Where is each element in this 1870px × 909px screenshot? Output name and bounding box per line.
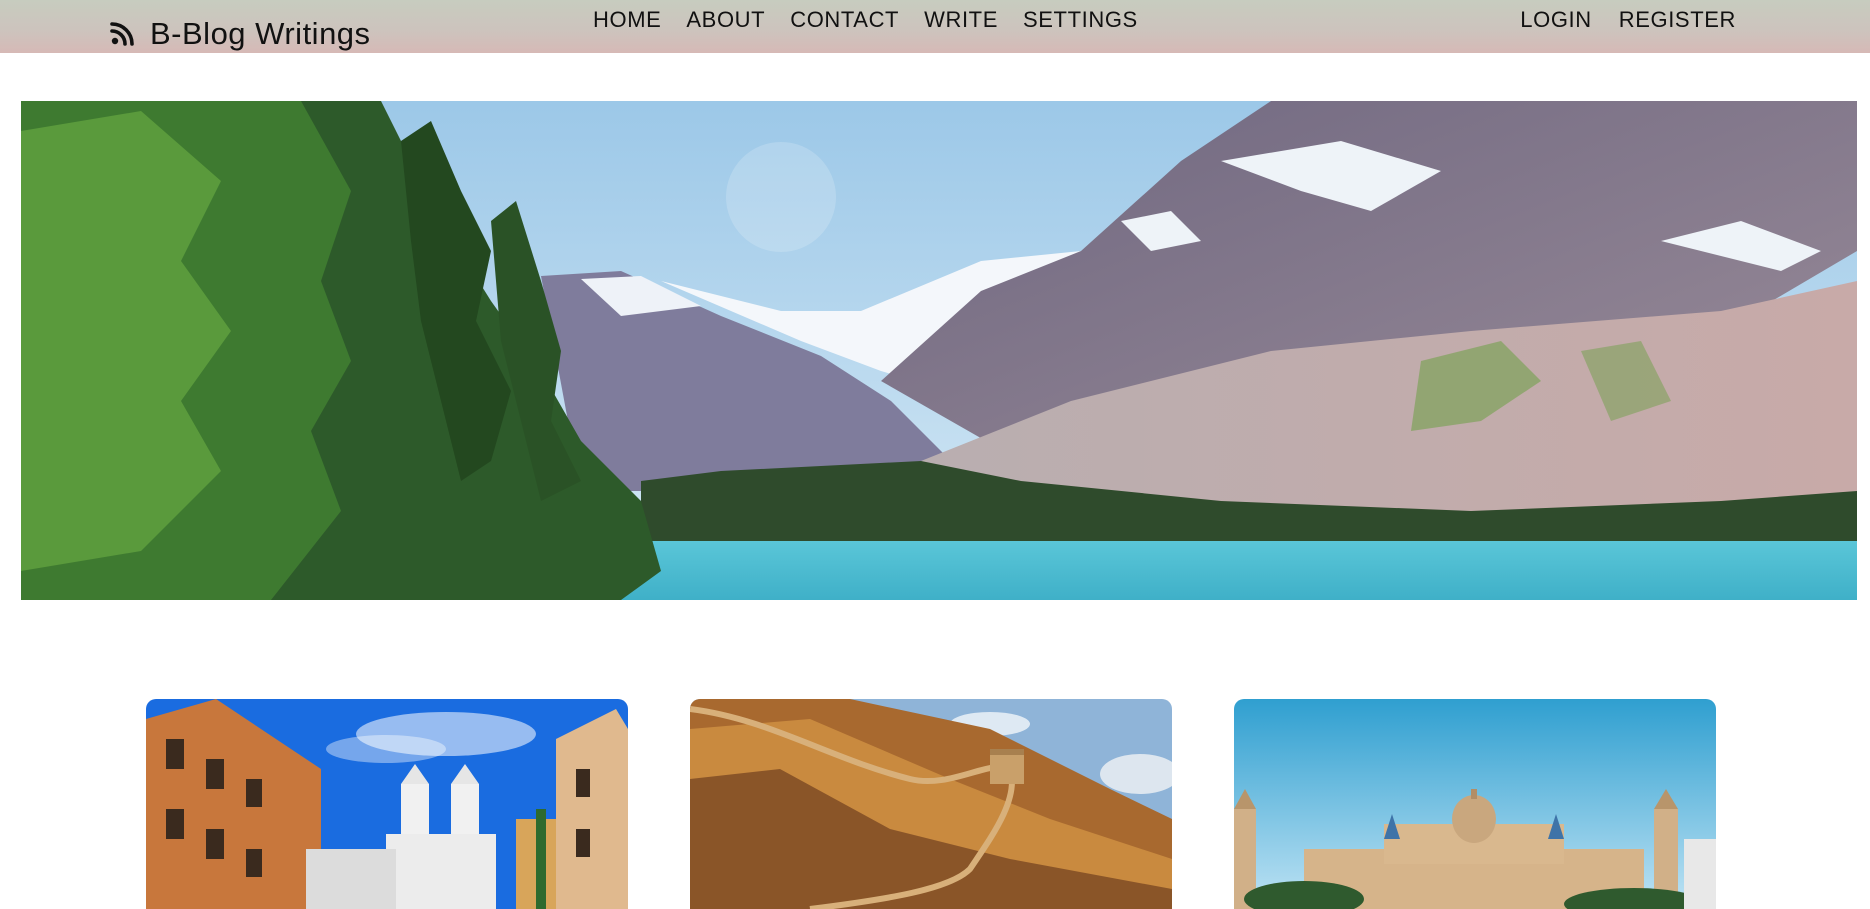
rome-spanish-steps-illustration (146, 699, 628, 909)
nav-settings-link[interactable]: SETTINGS (1023, 7, 1138, 33)
login-link[interactable]: LOGIN (1520, 7, 1591, 33)
nav-home-link[interactable]: HOME (593, 7, 661, 33)
auth-links: LOGIN REGISTER (1520, 7, 1736, 33)
top-bar: B-Blog Writings HOME ABOUT CONTACT WRITE… (0, 0, 1870, 53)
post-card-image[interactable] (1234, 699, 1716, 909)
great-wall-illustration (690, 699, 1172, 909)
nav-contact-link[interactable]: CONTACT (790, 7, 899, 33)
brand-logo[interactable]: B-Blog Writings (108, 14, 371, 54)
register-link[interactable]: REGISTER (1619, 7, 1736, 33)
hero-image (21, 101, 1857, 600)
post-card-image[interactable] (690, 699, 1172, 909)
rss-feed-icon (110, 22, 134, 46)
post-card-image[interactable] (146, 699, 628, 909)
brand-title: B-Blog Writings (150, 16, 371, 51)
barcelona-palace-illustration (1234, 699, 1716, 909)
nav-about-link[interactable]: ABOUT (686, 7, 765, 33)
hero-landscape-illustration (21, 101, 1857, 600)
main-nav: HOME ABOUT CONTACT WRITE SETTINGS (593, 7, 1138, 33)
nav-write-link[interactable]: WRITE (924, 7, 998, 33)
